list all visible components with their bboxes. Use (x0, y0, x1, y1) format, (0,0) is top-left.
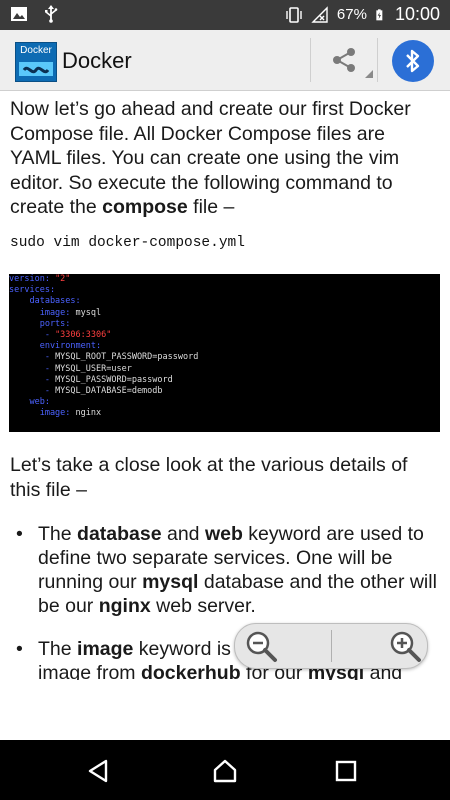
app-title: Docker (62, 48, 132, 73)
vibrate-icon (286, 6, 302, 23)
no-signal-icon (311, 5, 328, 23)
zoom-out-button[interactable] (243, 628, 279, 664)
intro-line: Compose file. All Docker Compose files a… (10, 122, 385, 145)
details-line: this file – (10, 478, 87, 501)
intro-line: create the (10, 196, 103, 218)
share-button[interactable] (310, 38, 378, 82)
terminal-line: - "3306:3306" (9, 329, 112, 340)
bold-term: database (77, 523, 162, 545)
zoom-out-icon (246, 631, 277, 662)
share-icon (333, 48, 355, 72)
bluetooth-button[interactable] (392, 40, 434, 82)
bold-term: mysql (142, 571, 199, 593)
terminal-line: version: "2" (9, 274, 71, 284)
zoom-controls (234, 623, 428, 669)
intro-line: YAML files. You can create one using the… (10, 147, 400, 169)
details-paragraph: Let’s take a close look at the various d… (10, 453, 440, 502)
terminal-line: databases: (9, 296, 81, 307)
terminal-line: - MYSQL_ROOT_PASSWORD=password (9, 352, 199, 363)
terminal-line: services: (9, 285, 56, 296)
bullet-dot: • (16, 638, 23, 660)
recents-icon[interactable] (333, 758, 359, 784)
battery-percent: 67% (336, 6, 367, 23)
logo-text: Docker (20, 45, 52, 56)
zoom-in-button[interactable] (387, 628, 423, 664)
intro-line: Now let’s go ahead and create our first … (10, 98, 411, 120)
status-bar: 67% 10:00 (0, 0, 450, 30)
bold-term: nginx (98, 595, 151, 617)
image-icon (11, 7, 27, 21)
bullet-dot: • (16, 523, 23, 545)
terminal-line: environment: (9, 341, 102, 352)
text-span: web server. (150, 595, 256, 617)
docker-whale-icon (19, 62, 53, 76)
bold-term: image (77, 638, 134, 660)
status-time: 10:00 (394, 4, 440, 24)
text-span: and (161, 523, 205, 545)
terminal-line: - MYSQL_USER=user (9, 363, 132, 374)
bold-term: dockerhub (140, 662, 241, 680)
text-span: image from (38, 662, 141, 680)
home-icon[interactable] (212, 758, 238, 784)
overflow-corner-icon (365, 70, 373, 78)
bullet-text: The database and web keyword are used to… (38, 522, 438, 618)
terminal-screenshot: version: "2" services: databases: image: … (9, 274, 440, 432)
terminal-line: ports: (9, 318, 71, 329)
intro-bold: compose (102, 196, 188, 218)
bold-term: web (204, 523, 243, 545)
bluetooth-icon (406, 49, 420, 73)
app-bar: Docker Docker (0, 30, 450, 91)
text-span: The (38, 638, 78, 660)
terminal-line: image: nginx (9, 408, 102, 419)
article-content[interactable]: Now let’s go ahead and create our first … (0, 90, 450, 680)
command-line: sudo vim docker-compose.yml (10, 235, 245, 251)
intro-tail: file – (187, 196, 235, 218)
intro-paragraph: Now let’s go ahead and create our first … (10, 97, 440, 220)
text-span: The (38, 523, 78, 545)
back-icon[interactable] (86, 758, 112, 784)
terminal-line: - MYSQL_DATABASE=demodb (9, 385, 163, 396)
docker-logo: Docker (15, 42, 57, 82)
terminal-line: image: mysql (9, 307, 102, 318)
navigation-bar (0, 740, 450, 800)
terminal-line: - MYSQL_PASSWORD=password (9, 374, 173, 385)
details-line: Let’s take a close look at the various d… (10, 454, 408, 476)
zoom-divider (331, 630, 332, 662)
terminal-line: web: (9, 397, 50, 408)
usb-icon (45, 5, 58, 23)
zoom-in-icon (390, 631, 421, 662)
battery-icon (376, 8, 383, 20)
intro-line: editor. So execute the following command… (10, 171, 393, 194)
